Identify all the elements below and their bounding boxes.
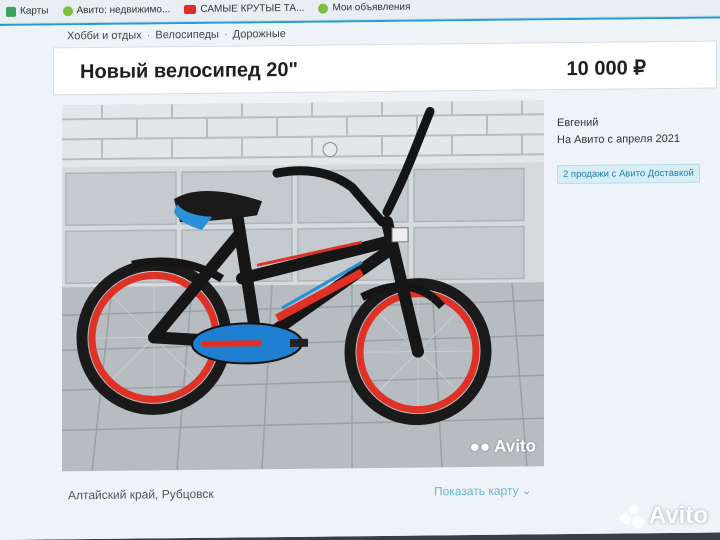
breadcrumb-item-hobby[interactable]: Хобби и отдых	[67, 30, 142, 43]
bookmark-my-ads[interactable]: Мои объявления	[318, 2, 410, 14]
breadcrumb-separator: ·	[146, 29, 151, 42]
maps-icon	[6, 6, 16, 17]
show-map-link[interactable]: Показать карту ⌄	[434, 483, 532, 498]
seller-info: Евгений На Авито с апреля 2021	[557, 116, 680, 146]
breadcrumb-separator: ·	[223, 28, 228, 41]
listing-page: Хобби и отдых · Велосипеды · Дорожные Но…	[0, 18, 720, 540]
breadcrumb-item-bicycles[interactable]: Велосипеды	[155, 29, 219, 42]
breadcrumb: Хобби и отдых · Велосипеды · Дорожные	[67, 28, 286, 42]
youtube-icon	[184, 4, 197, 15]
listing-location: Алтайский край, Рубцовск	[68, 486, 214, 503]
bookmark-label: САМЫЕ КРУТЫЕ ТА...	[200, 2, 305, 15]
listing-price: 10 000 ₽	[566, 57, 646, 81]
listing-header: Новый велосипед 20" 10 000 ₽	[53, 40, 717, 96]
bicycle-photo	[62, 100, 544, 472]
delivery-sales-badge: 2 продажи с Авито Доставкой	[557, 163, 700, 185]
bookmark-label: Авито: недвижимо...	[76, 4, 171, 17]
listing-photo[interactable]: ●● Avito	[62, 100, 544, 472]
bookmark-youtube[interactable]: САМЫЕ КРУТЫЕ ТА...	[184, 3, 304, 15]
avito-corner-watermark: Avito	[619, 502, 708, 530]
monitor-screen: Карты Авито: недвижимо... САМЫЕ КРУТЫЕ Т…	[0, 0, 720, 540]
watermark-text: Avito	[494, 436, 536, 456]
chevron-down-icon: ⌄	[521, 483, 532, 498]
avito-icon	[318, 3, 329, 14]
avito-logo-icon	[619, 505, 644, 528]
show-map-label: Показать карту	[434, 483, 519, 499]
seller-name[interactable]: Евгений	[557, 116, 680, 129]
breadcrumb-item-road[interactable]: Дорожные	[233, 28, 286, 41]
bookmark-label: Мои объявления	[332, 1, 411, 14]
bookmark-label: Карты	[20, 5, 49, 17]
seller-since: На Авито с апреля 2021	[557, 132, 680, 147]
listing-title: Новый велосипед 20"	[80, 58, 299, 84]
photo-watermark: ●● Avito	[470, 436, 536, 457]
bookmark-avito-realty[interactable]: Авито: недвижимо...	[62, 4, 171, 17]
bookmark-maps[interactable]: Карты	[6, 5, 49, 17]
avito-icon	[62, 5, 73, 16]
avito-logo-icon: ●●	[469, 436, 491, 457]
corner-logo-text: Avito	[648, 502, 708, 529]
